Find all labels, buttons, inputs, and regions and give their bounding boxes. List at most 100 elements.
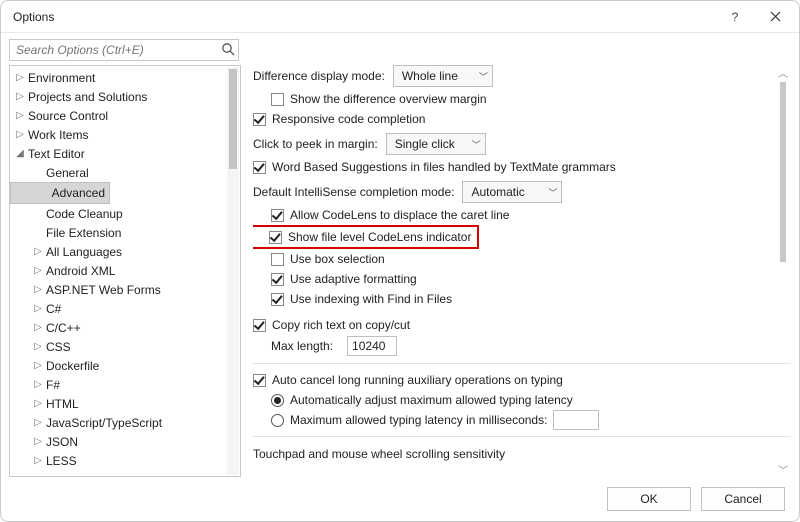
dialog-footer: OK Cancel [1, 477, 799, 521]
tree-item[interactable]: ▷JSON [10, 432, 240, 451]
tree-item[interactable]: ▷C/C++ [10, 318, 240, 337]
search-box [9, 39, 239, 61]
intellisense-label: Default IntelliSense completion mode: [253, 185, 454, 199]
highlighted-option: Show file level CodeLens indicator [253, 225, 479, 249]
tree-collapsed-icon[interactable]: ▷ [32, 455, 44, 466]
tree-collapsed-icon[interactable]: ▷ [32, 417, 44, 428]
show-diff-overview-checkbox[interactable]: Show the difference overview margin [271, 89, 791, 109]
tree-item[interactable]: Advanced [10, 182, 110, 204]
dialog-body: ▷Environment▷Projects and Solutions▷Sour… [1, 33, 799, 521]
show-file-codelens-checkbox[interactable]: Show file level CodeLens indicator [269, 227, 471, 247]
tree-item[interactable]: ◢Text Editor [10, 144, 240, 163]
chevron-down-icon: ﹀ [479, 70, 488, 83]
tree-item[interactable]: ▷Environment [10, 68, 240, 87]
tree-item[interactable]: ▷ASP.NET Web Forms [10, 280, 240, 299]
tree-item[interactable]: ▷Projects and Solutions [10, 87, 240, 106]
checkbox-icon [271, 209, 284, 222]
tree-item-label: Dockerfile [44, 359, 99, 373]
responsive-completion-checkbox[interactable]: Responsive code completion [253, 109, 791, 129]
tree-item[interactable]: ▷F# [10, 375, 240, 394]
options-tree[interactable]: ▷Environment▷Projects and Solutions▷Sour… [9, 65, 241, 477]
copy-rich-text-checkbox[interactable]: Copy rich text on copy/cut [253, 315, 791, 335]
tree-expanded-icon[interactable]: ◢ [14, 148, 26, 159]
tree-item[interactable]: ▷HTML [10, 394, 240, 413]
scroll-down-icon[interactable]: ﹀ [778, 462, 788, 477]
tree-collapsed-icon[interactable]: ▷ [14, 91, 26, 102]
radio-manual-latency[interactable]: Maximum allowed typing latency in millis… [271, 410, 791, 430]
click-peek-select[interactable]: Single click ﹀ [386, 133, 486, 155]
tree-item[interactable]: General [10, 163, 240, 182]
tree-collapsed-icon[interactable]: ▷ [32, 246, 44, 257]
tree-item-label: F# [44, 378, 60, 392]
diff-mode-label: Difference display mode: [253, 69, 385, 83]
checkbox-icon [271, 293, 284, 306]
tree-collapsed-icon[interactable]: ▷ [32, 398, 44, 409]
separator [253, 363, 791, 364]
auto-cancel-checkbox[interactable]: Auto cancel long running auxiliary opera… [253, 370, 791, 390]
checkbox-icon [271, 93, 284, 106]
checkbox-icon [253, 113, 266, 126]
tree-collapsed-icon[interactable]: ▷ [14, 129, 26, 140]
tree-item[interactable]: ▷LESS [10, 451, 240, 470]
tree-item-label: Work Items [26, 128, 88, 142]
word-based-checkbox[interactable]: Word Based Suggestions in files handled … [253, 157, 791, 177]
tree-item-label: LESS [44, 454, 77, 468]
checkbox-icon [271, 253, 284, 266]
tree-collapsed-icon[interactable]: ▷ [32, 379, 44, 390]
tree-collapsed-icon[interactable]: ▷ [32, 284, 44, 295]
tree-collapsed-icon[interactable]: ▷ [14, 72, 26, 83]
cancel-button[interactable]: Cancel [701, 487, 785, 511]
intellisense-select[interactable]: Automatic ﹀ [462, 181, 562, 203]
ok-button[interactable]: OK [607, 487, 691, 511]
radio-icon [271, 414, 284, 427]
close-button[interactable] [755, 1, 795, 33]
tree-item[interactable]: ▷C# [10, 299, 240, 318]
radio-icon [271, 394, 284, 407]
search-input[interactable] [9, 39, 239, 61]
use-box-selection-checkbox[interactable]: Use box selection [271, 249, 791, 269]
tree-scrollbar-thumb[interactable] [229, 69, 237, 169]
tree-collapsed-icon[interactable]: ▷ [32, 265, 44, 276]
tree-scrollbar[interactable] [227, 67, 239, 475]
tree-item[interactable]: ▷CSS [10, 337, 240, 356]
tree-collapsed-icon[interactable]: ▷ [32, 360, 44, 371]
touchpad-label: Touchpad and mouse wheel scrolling sensi… [253, 447, 505, 461]
allow-codelens-checkbox[interactable]: Allow CodeLens to displace the caret lin… [271, 205, 791, 225]
max-length-input[interactable]: 10240 [347, 336, 397, 356]
diff-mode-select[interactable]: Whole line ﹀ [393, 65, 493, 87]
scroll-up-icon[interactable]: ︿ [778, 65, 788, 80]
settings-scrollbar-thumb[interactable] [780, 82, 786, 262]
tree-item-label: Projects and Solutions [26, 90, 147, 104]
settings-scrollbar[interactable]: ︿ ﹀ [775, 65, 791, 477]
tree-collapsed-icon[interactable]: ▷ [32, 303, 44, 314]
tree-item-label: Android XML [44, 264, 115, 278]
tree-item-label: CSS [44, 340, 71, 354]
tree-collapsed-icon[interactable]: ▷ [32, 322, 44, 333]
tree-item[interactable]: Code Cleanup [10, 204, 240, 223]
tree-item-label: HTML [44, 397, 79, 411]
tree-item[interactable]: ▷Android XML [10, 261, 240, 280]
tree-collapsed-icon[interactable]: ▷ [14, 110, 26, 121]
tree-item-label: Environment [26, 71, 95, 85]
use-indexing-find-checkbox[interactable]: Use indexing with Find in Files [271, 289, 791, 309]
checkbox-icon [253, 161, 266, 174]
checkbox-icon [253, 319, 266, 332]
close-icon [770, 11, 781, 22]
use-adaptive-formatting-checkbox[interactable]: Use adaptive formatting [271, 269, 791, 289]
tree-collapsed-icon[interactable]: ▷ [32, 341, 44, 352]
tree-item-label: C# [44, 302, 61, 316]
chevron-down-icon: ﹀ [472, 138, 481, 151]
tree-collapsed-icon[interactable]: ▷ [32, 436, 44, 447]
help-button[interactable]: ? [715, 1, 755, 33]
tree-item[interactable]: ▷Work Items [10, 125, 240, 144]
tree-item[interactable]: File Extension [10, 223, 240, 242]
tree-item[interactable]: ▷All Languages [10, 242, 240, 261]
tree-item-label: Text Editor [26, 147, 85, 161]
radio-auto-latency[interactable]: Automatically adjust maximum allowed typ… [271, 390, 791, 410]
tree-item[interactable]: ▷Dockerfile [10, 356, 240, 375]
max-length-label: Max length: [271, 339, 333, 353]
tree-item[interactable]: ▷JavaScript/TypeScript [10, 413, 240, 432]
tree-item[interactable]: ▷Source Control [10, 106, 240, 125]
latency-input[interactable] [553, 410, 599, 430]
search-icon[interactable] [221, 42, 235, 59]
